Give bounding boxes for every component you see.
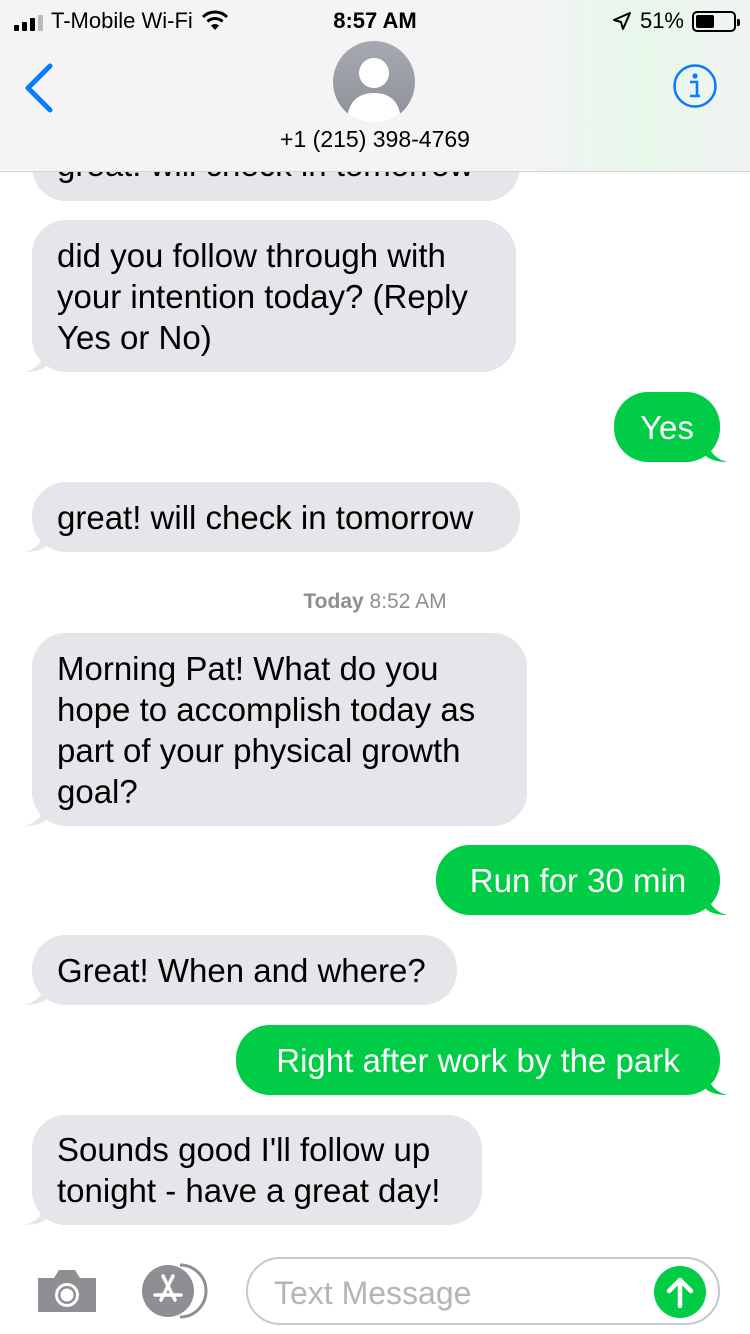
message-text: Right after work by the park: [276, 1041, 680, 1079]
bubble-tail: [24, 804, 46, 826]
send-arrow-icon: [666, 1277, 694, 1309]
message-text: great! will check in tomorrow: [57, 498, 474, 536]
message-bubble[interactable]: Run for 30 min: [436, 845, 728, 915]
message-bubble[interactable]: Great! When and where?: [24, 935, 457, 1005]
bubble-tail: [24, 530, 46, 552]
person-silhouette-icon: [347, 58, 401, 123]
message-text: Sounds good I'll follow up tonight - hav…: [57, 1131, 441, 1209]
message-bubble[interactable]: did you follow through with your intenti…: [24, 220, 516, 372]
message-input-placeholder: Text Message: [274, 1275, 472, 1311]
message-text: Morning Pat! What do you hope to accompl…: [57, 649, 476, 810]
location-arrow-icon: [612, 12, 631, 30]
message-bubble[interactable]: Right after work by the park: [236, 1025, 728, 1095]
timestamp: Today 8:52 AM: [0, 590, 750, 614]
message-thread[interactable]: great! will check in tomorrow did you fo…: [0, 0, 750, 1334]
message-input[interactable]: Text Message: [246, 1257, 720, 1325]
camera-icon[interactable]: [34, 1266, 100, 1314]
bubble-tail: [706, 1073, 728, 1095]
battery-level: [696, 14, 714, 28]
message-text: Run for 30 min: [469, 861, 687, 899]
bubble-tail: [24, 1203, 46, 1225]
battery-icon: [692, 10, 740, 32]
battery-group: 51%: [612, 8, 740, 34]
battery-percent: 51%: [639, 8, 684, 33]
info-icon[interactable]: [672, 63, 718, 109]
send-button[interactable]: [654, 1266, 706, 1318]
contact-phone-number[interactable]: +1 (215) 398-4769: [0, 126, 750, 153]
bubble-tail: [706, 440, 728, 462]
bubble-tail: [24, 350, 46, 372]
message-text: Great! When and where?: [57, 951, 426, 989]
message-text: Yes: [640, 408, 694, 446]
message-bubble[interactable]: great! will check in tomorrow: [24, 482, 520, 552]
timestamp-day: Today: [303, 590, 364, 613]
bubble-tail: [706, 893, 728, 915]
message-bubble[interactable]: Morning Pat! What do you hope to accompl…: [24, 633, 527, 826]
message-bubble[interactable]: Yes: [614, 392, 728, 462]
message-bubble[interactable]: Sounds good I'll follow up tonight - hav…: [24, 1115, 482, 1225]
message-text: did you follow through with your intenti…: [57, 236, 468, 356]
bubble-tail: [24, 983, 46, 1005]
app-store-icon[interactable]: [138, 1263, 212, 1319]
chevron-left-icon[interactable]: [20, 60, 60, 116]
status-bar: T-Mobile Wi-Fi 8:57 AM 51%: [0, 0, 750, 40]
contact-avatar[interactable]: [333, 41, 415, 123]
timestamp-time: 8:52 AM: [369, 590, 447, 613]
messages-screen: great! will check in tomorrow did you fo…: [0, 0, 750, 1334]
